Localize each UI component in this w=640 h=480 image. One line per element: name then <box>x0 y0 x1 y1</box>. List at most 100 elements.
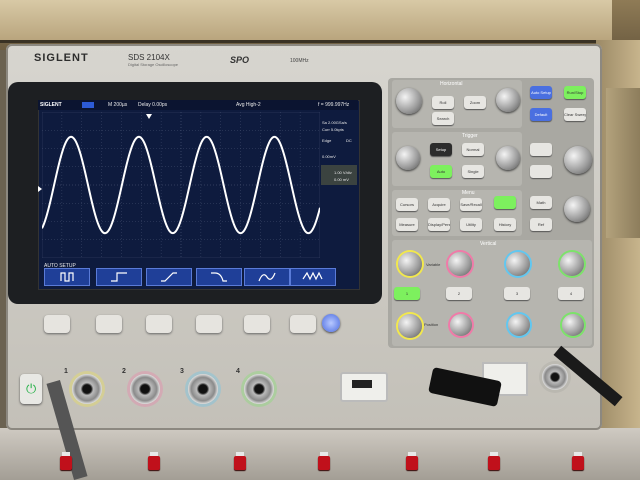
trigger-title: Trigger <box>462 133 478 139</box>
banana-terminal <box>318 456 330 470</box>
sample-rate-readout: Sa 2.00GSa/s <box>322 120 347 125</box>
ch3-volts-knob[interactable] <box>506 252 530 276</box>
timebase-readout: M 200µs <box>108 102 128 108</box>
trigger-auto-button[interactable]: Auto <box>430 165 452 178</box>
default-button[interactable]: Default <box>530 108 552 121</box>
ch1-position-knob[interactable] <box>398 314 422 338</box>
intensity-knob[interactable] <box>564 196 590 222</box>
multi-icon <box>302 271 323 281</box>
ch4-button[interactable]: 4 <box>558 287 584 300</box>
banana-terminal <box>234 456 246 470</box>
horizontal-position-knob[interactable] <box>496 88 520 112</box>
ch1-readout-box <box>321 165 357 185</box>
bandwidth-label: 100MHz <box>290 58 309 64</box>
ch1-volts-knob[interactable] <box>398 252 422 276</box>
horizontal-scale-knob[interactable] <box>396 88 422 114</box>
model-name: SDS 2104X <box>128 53 170 62</box>
softkey-fall <box>196 268 242 286</box>
softkey-button-3[interactable] <box>146 315 172 333</box>
ch3-position-knob[interactable] <box>508 314 530 336</box>
ch4-bnc-input[interactable] <box>244 374 274 404</box>
softkey-curve <box>244 268 290 286</box>
side-box <box>606 88 640 238</box>
ch3-button[interactable]: 3 <box>504 287 530 300</box>
acquire-button[interactable]: Acquire <box>428 198 450 211</box>
series-logo: SPO <box>230 55 250 65</box>
vertical-title: Vertical <box>480 241 497 247</box>
run-status-badge <box>82 102 94 108</box>
menu-off-button[interactable] <box>322 314 340 332</box>
trigger-normal-button[interactable]: Normal <box>462 143 484 156</box>
ch4-volts-knob[interactable] <box>560 252 584 276</box>
horizontal-title: Horizontal <box>440 81 463 87</box>
ext-trigger-bnc[interactable] <box>542 364 568 390</box>
trigger-setup-button[interactable]: Setup <box>430 143 452 156</box>
trigger-coupling: DC <box>346 138 352 143</box>
power-icon: ⏻ <box>26 381 37 396</box>
banana-terminal <box>60 456 72 470</box>
trigger-type: Edge <box>322 138 332 143</box>
clear-sweep-button[interactable]: Clear Sweep <box>564 108 586 121</box>
cursor-adjust-button[interactable] <box>530 143 552 156</box>
ch2-position-knob[interactable] <box>450 314 472 336</box>
wooden-shelf <box>0 0 612 43</box>
banana-terminal <box>488 456 500 470</box>
auto-setup-button[interactable]: Auto Setup <box>530 86 552 99</box>
measure-button[interactable]: Measure <box>396 218 418 231</box>
softkey-ramp <box>146 268 192 286</box>
ch1-label: 1 <box>64 368 68 375</box>
softkey-multi <box>290 268 336 286</box>
math-button[interactable]: Math <box>530 196 552 209</box>
banana-terminal <box>572 456 584 470</box>
trigger-position-knob[interactable] <box>496 146 520 170</box>
trigger-single-button[interactable]: Single <box>462 165 484 178</box>
brand-logo: SIGLENT <box>34 52 89 64</box>
variable-label: Variable <box>426 262 441 267</box>
ch2-button[interactable]: 2 <box>446 287 472 300</box>
softkey-button-2[interactable] <box>96 315 122 333</box>
menu-title-label: Menu <box>462 190 475 196</box>
softkey-button-1[interactable] <box>44 315 70 333</box>
ch1-button[interactable]: 1 <box>394 287 420 300</box>
ch4-position-knob[interactable] <box>562 314 584 336</box>
screen-top-bar: SIGLENT M 200µs Delay 0.00ps Avg High-2 … <box>38 100 358 110</box>
pulse-icon <box>60 272 74 282</box>
cursors-button[interactable]: Cursors <box>396 198 418 211</box>
waveform-graticule <box>42 112 320 258</box>
softkey-button-5[interactable] <box>244 315 270 333</box>
universal-knob[interactable] <box>564 146 592 174</box>
zoom-button[interactable]: Zoom <box>464 96 486 109</box>
screen-side-panel <box>320 112 358 262</box>
ch3-bnc-input[interactable] <box>188 374 218 404</box>
trigger-level-knob[interactable] <box>396 146 420 170</box>
search-button[interactable]: Search <box>432 112 454 125</box>
banana-terminal <box>148 456 160 470</box>
ch2-volts-knob[interactable] <box>448 252 472 276</box>
history-list-button[interactable]: History <box>494 218 516 231</box>
ch4-label: 4 <box>236 368 240 375</box>
curve-icon <box>258 272 276 282</box>
softkey-pulse <box>44 268 90 286</box>
softkey-step <box>96 268 142 286</box>
screen-brand: SIGLENT <box>40 102 62 108</box>
save-recall-button[interactable]: Save/Recall <box>460 198 482 211</box>
display-persist-button[interactable]: Display/Persist <box>428 218 450 231</box>
frequency-readout: f = 999.997Hz <box>318 102 350 108</box>
trigger-level: 0.00mV <box>322 154 336 159</box>
run-stop-button[interactable]: Run/Stop <box>564 86 586 99</box>
utility-button[interactable]: Utility <box>460 218 482 231</box>
softkey-button-4[interactable] <box>196 315 222 333</box>
ch1-bnc-input[interactable] <box>72 374 102 404</box>
ch2-bnc-input[interactable] <box>130 374 160 404</box>
softkey-button-6[interactable] <box>290 315 316 333</box>
position-label: Position <box>424 322 439 327</box>
acquisition-readout: Avg High-2 <box>236 102 261 108</box>
history-button[interactable] <box>494 196 516 209</box>
ref-button[interactable]: Ref <box>530 218 552 231</box>
fall-icon <box>211 272 227 282</box>
memory-depth-readout: Curr 5.0kpts <box>322 127 344 132</box>
ch3-label: 3 <box>180 368 184 375</box>
intensity-button[interactable] <box>530 165 552 178</box>
ch2-label: 2 <box>122 368 126 375</box>
roll-button[interactable]: Roll <box>432 96 454 109</box>
